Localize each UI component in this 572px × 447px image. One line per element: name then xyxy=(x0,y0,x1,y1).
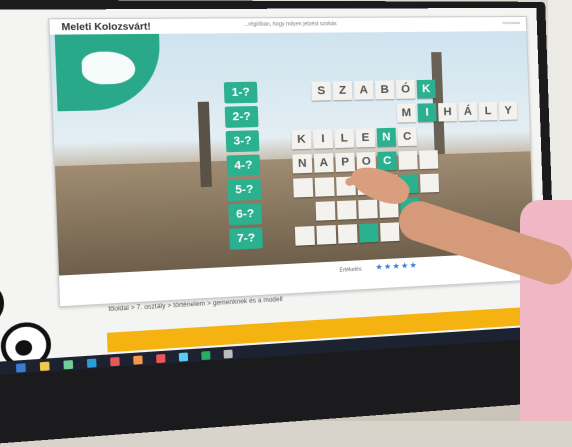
crossword-cell[interactable] xyxy=(294,226,315,246)
crossword-cell[interactable]: H xyxy=(438,102,458,122)
card-title: Meleti Kolozsvárt! xyxy=(61,20,151,33)
rating-label: Értékelés xyxy=(339,266,362,274)
crossword-cell[interactable]: L xyxy=(334,128,355,149)
crossword-cell[interactable]: L xyxy=(478,101,498,121)
crossword-cell[interactable] xyxy=(316,225,337,245)
card-subtitle: ...régióban, hogy milyen jelzést szokás xyxy=(243,21,337,28)
crossword-cell[interactable]: N xyxy=(292,153,313,174)
crossword-cell[interactable]: M xyxy=(396,103,417,123)
edge-icon[interactable] xyxy=(15,363,26,373)
crossword-cell[interactable]: I xyxy=(417,103,437,123)
app-icon[interactable] xyxy=(201,351,211,361)
crossword-cell[interactable] xyxy=(359,223,379,243)
map-badge xyxy=(54,33,162,112)
crossword-cell[interactable]: Y xyxy=(498,101,518,121)
app-icon[interactable] xyxy=(63,360,74,370)
crossword-cell[interactable]: A xyxy=(353,80,374,100)
clue-number-button[interactable]: 5-? xyxy=(227,178,262,202)
crossword-cell[interactable]: K xyxy=(416,79,436,99)
vlc-icon[interactable] xyxy=(133,355,143,365)
crossword-cell[interactable] xyxy=(336,200,357,220)
region-map-icon xyxy=(81,51,136,85)
app-icon[interactable] xyxy=(223,349,233,359)
crossword-cell[interactable]: I xyxy=(312,129,333,149)
child-shirt xyxy=(520,200,572,421)
crossword-cell[interactable]: P xyxy=(335,152,356,172)
card-corner-link[interactable]: Mondatok xyxy=(502,20,520,25)
crossword-cell[interactable]: E xyxy=(355,128,376,148)
crossword-cell[interactable]: Á xyxy=(458,102,478,122)
clue-number-button[interactable]: 6-? xyxy=(228,203,263,226)
crossword-cell[interactable]: A xyxy=(313,153,334,173)
crossword-cell[interactable]: C xyxy=(377,151,397,171)
crossword-cell[interactable]: Ó xyxy=(395,80,416,99)
folder-icon[interactable] xyxy=(39,361,50,372)
crossword-cell[interactable]: B xyxy=(374,80,395,100)
rating-stars[interactable]: ★★★★★ xyxy=(375,260,418,271)
app-icon[interactable] xyxy=(110,357,120,367)
crossword-cell[interactable]: N xyxy=(376,127,397,147)
crossword-cell[interactable] xyxy=(419,173,440,193)
crossword-cell[interactable]: S xyxy=(311,81,332,101)
mascot-pupil xyxy=(15,339,33,357)
clue-number-button[interactable]: 7-? xyxy=(229,227,263,250)
crossword-cell[interactable]: C xyxy=(397,127,417,147)
crossword-cell[interactable] xyxy=(419,150,439,170)
church-tower xyxy=(197,101,213,188)
crossword-cell[interactable] xyxy=(337,224,358,244)
app-icon[interactable] xyxy=(156,353,166,364)
crossword-cell[interactable]: K xyxy=(291,129,312,150)
app-icon[interactable] xyxy=(86,358,97,368)
clue-number-button[interactable]: 2-? xyxy=(224,105,259,128)
clue-number-button[interactable]: 1-? xyxy=(223,81,258,104)
crossword-cell[interactable] xyxy=(398,150,418,170)
crossword-cell[interactable] xyxy=(380,222,400,242)
crossword-cell[interactable]: Z xyxy=(332,81,353,101)
crossword-cell[interactable] xyxy=(358,199,378,219)
crossword-cell[interactable] xyxy=(293,177,314,198)
app-icon[interactable] xyxy=(178,352,189,362)
clue-number-button[interactable]: 3-? xyxy=(225,130,260,153)
crossword-cell[interactable] xyxy=(314,177,335,197)
smartboard-screen: Meleti Kolozsvárt! ...régióban, hogy mil… xyxy=(0,7,548,378)
crossword-cell[interactable] xyxy=(315,201,336,221)
clue-number-button[interactable]: 4-? xyxy=(226,154,261,177)
quiz-card: Meleti Kolozsvárt! ...régióban, hogy mil… xyxy=(48,15,536,308)
mascot-eye xyxy=(0,279,5,329)
